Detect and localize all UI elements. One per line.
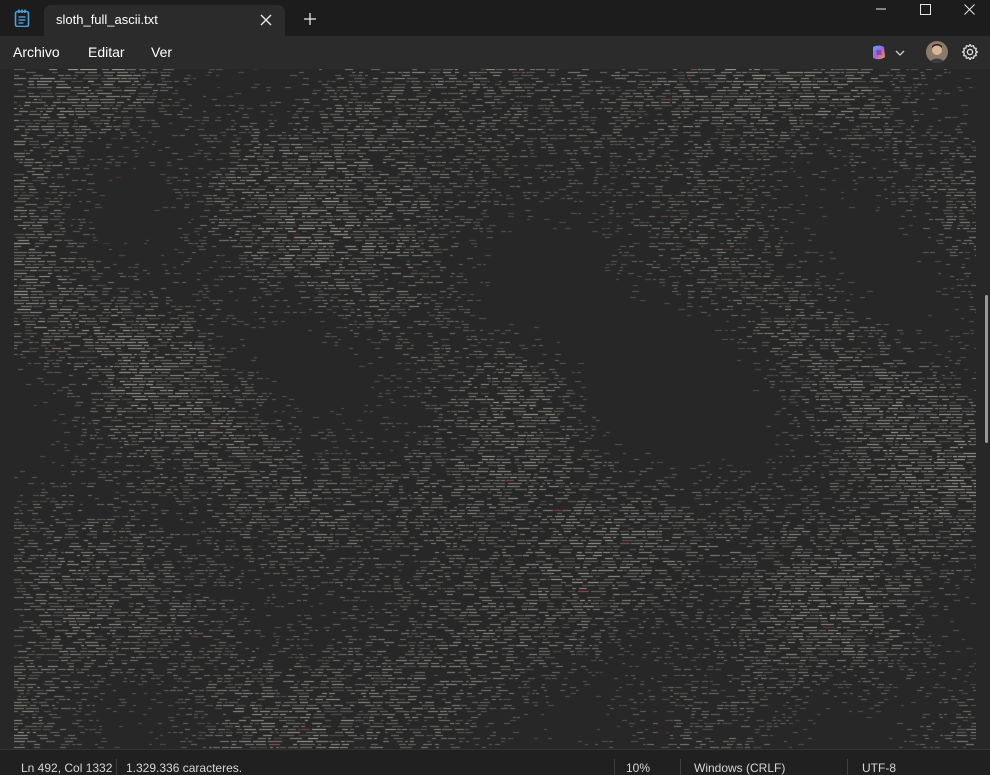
menu-bar: Archivo Editar Ver: [0, 36, 990, 69]
avatar[interactable]: [926, 41, 948, 63]
close-icon[interactable]: [255, 9, 277, 31]
maximize-button[interactable]: [902, 0, 948, 18]
menu-ver[interactable]: Ver: [151, 44, 172, 60]
zoom-level[interactable]: 10%: [626, 761, 650, 775]
menu-archivo[interactable]: Archivo: [13, 44, 60, 60]
ascii-art-text: [14, 69, 976, 749]
status-divider: [680, 759, 681, 775]
status-divider: [116, 759, 117, 775]
status-divider: [847, 759, 848, 775]
notepad-window: sloth_full_ascii.txt Archivo Editar Ver …: [0, 0, 990, 775]
text-editor[interactable]: [0, 69, 990, 749]
encoding[interactable]: UTF-8: [862, 761, 896, 775]
menu-editar[interactable]: Editar: [88, 44, 125, 60]
window-close-button[interactable]: [946, 0, 990, 18]
line-ending[interactable]: Windows (CRLF): [694, 761, 785, 775]
status-divider: [614, 759, 615, 775]
copilot-icon[interactable]: [869, 43, 909, 63]
character-count: 1.329.336 caracteres.: [126, 761, 243, 775]
vertical-scrollbar[interactable]: [983, 69, 990, 749]
scrollbar-thumb[interactable]: [985, 295, 988, 443]
tab-sloth-file[interactable]: sloth_full_ascii.txt: [44, 5, 285, 36]
notepad-app-icon: [14, 9, 30, 28]
cursor-position[interactable]: Ln 492, Col 1332: [21, 761, 112, 775]
status-bar: Ln 492, Col 1332 1.329.336 caracteres. 1…: [0, 749, 990, 775]
tab-title: sloth_full_ascii.txt: [56, 12, 158, 27]
minimize-button[interactable]: [858, 0, 904, 18]
plus-icon[interactable]: [298, 8, 322, 30]
gear-icon[interactable]: [961, 43, 979, 61]
title-bar: sloth_full_ascii.txt: [0, 0, 990, 36]
